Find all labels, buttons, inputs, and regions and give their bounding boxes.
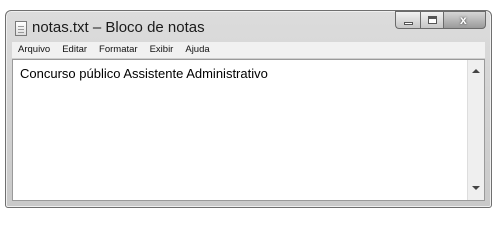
text-editor[interactable]: Concurso público Assistente Administrati… bbox=[12, 59, 485, 201]
menu-exibir[interactable]: Exibir bbox=[144, 42, 180, 58]
minimize-icon bbox=[404, 22, 413, 25]
close-button[interactable]: x bbox=[443, 11, 486, 29]
menu-ajuda[interactable]: Ajuda bbox=[179, 42, 215, 58]
close-icon: x bbox=[460, 13, 467, 27]
minimize-button[interactable] bbox=[395, 11, 420, 29]
editor-text: Concurso público Assistente Administrati… bbox=[20, 66, 268, 81]
window-controls: x bbox=[395, 11, 486, 29]
vertical-scrollbar[interactable] bbox=[467, 60, 484, 200]
notepad-window: notas.txt – Bloco de notas x Arquivo Edi… bbox=[5, 10, 492, 208]
maximize-icon bbox=[428, 16, 437, 24]
scroll-down-icon[interactable] bbox=[472, 186, 480, 190]
window-title: notas.txt – Bloco de notas bbox=[32, 19, 205, 36]
maximize-button[interactable] bbox=[420, 11, 443, 29]
menu-bar: Arquivo Editar Formatar Exibir Ajuda bbox=[12, 42, 485, 59]
title-bar[interactable]: notas.txt – Bloco de notas x bbox=[6, 11, 491, 41]
notepad-icon bbox=[15, 21, 27, 36]
menu-formatar[interactable]: Formatar bbox=[93, 42, 144, 58]
menu-editar[interactable]: Editar bbox=[56, 42, 93, 58]
scroll-up-icon[interactable] bbox=[472, 69, 480, 73]
menu-arquivo[interactable]: Arquivo bbox=[12, 42, 56, 58]
